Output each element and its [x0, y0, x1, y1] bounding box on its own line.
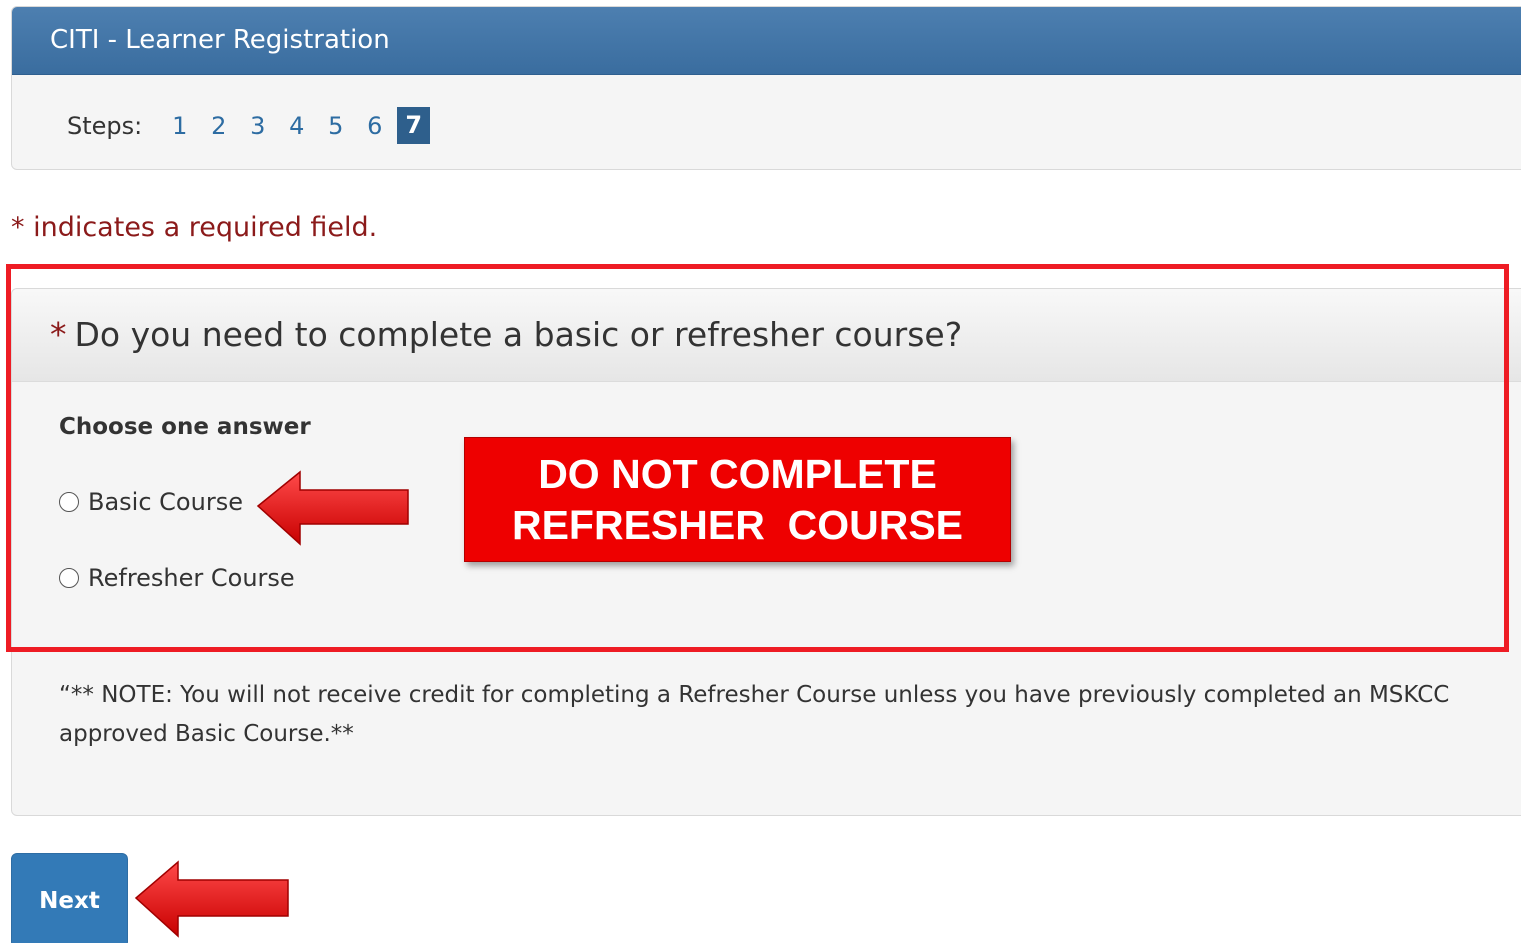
- step-current-7: 7: [397, 107, 431, 144]
- refresher-note: “** NOTE: You will not receive credit fo…: [59, 682, 1450, 747]
- step-link-3[interactable]: 3: [238, 112, 277, 140]
- steps-label: Steps:: [67, 111, 143, 140]
- next-button[interactable]: Next: [11, 853, 128, 943]
- basic-course-option[interactable]: Basic Course: [59, 488, 243, 516]
- required-marker: *: [50, 315, 67, 354]
- step-link-2[interactable]: 2: [199, 112, 238, 140]
- required-field-note: * indicates a required field.: [11, 212, 378, 243]
- callout-line-1: DO NOT COMPLETE: [538, 450, 937, 497]
- question-heading: * Do you need to complete a basic or refr…: [12, 289, 1521, 382]
- steps-navigation: Steps: 1 2 3 4 5 6 7: [67, 107, 431, 144]
- basic-course-radio[interactable]: [59, 492, 79, 512]
- refresher-course-label: Refresher Course: [88, 564, 295, 592]
- callout-line-2: REFRESHER COURSE: [511, 501, 964, 548]
- refresher-course-radio[interactable]: [59, 568, 79, 588]
- choose-one-label: Choose one answer: [59, 414, 311, 440]
- refresher-course-option[interactable]: Refresher Course: [59, 564, 295, 592]
- basic-course-label: Basic Course: [88, 488, 243, 516]
- question-text: Do you need to complete a basic or refre…: [74, 315, 963, 354]
- step-link-1[interactable]: 1: [160, 112, 199, 140]
- registration-header-panel: CITI - Learner Registration Steps: 1 2 3…: [11, 6, 1521, 170]
- step-link-6[interactable]: 6: [355, 112, 394, 140]
- do-not-complete-refresher-callout: DO NOT COMPLETE REFRESHER COURSE: [464, 437, 1011, 562]
- step-link-4[interactable]: 4: [277, 112, 316, 140]
- step-link-5[interactable]: 5: [316, 112, 355, 140]
- page-title: CITI - Learner Registration: [12, 7, 1521, 75]
- registration-page: CITI - Learner Registration Steps: 1 2 3…: [0, 0, 1521, 943]
- arrow-pointing-next-button-icon: [134, 860, 289, 938]
